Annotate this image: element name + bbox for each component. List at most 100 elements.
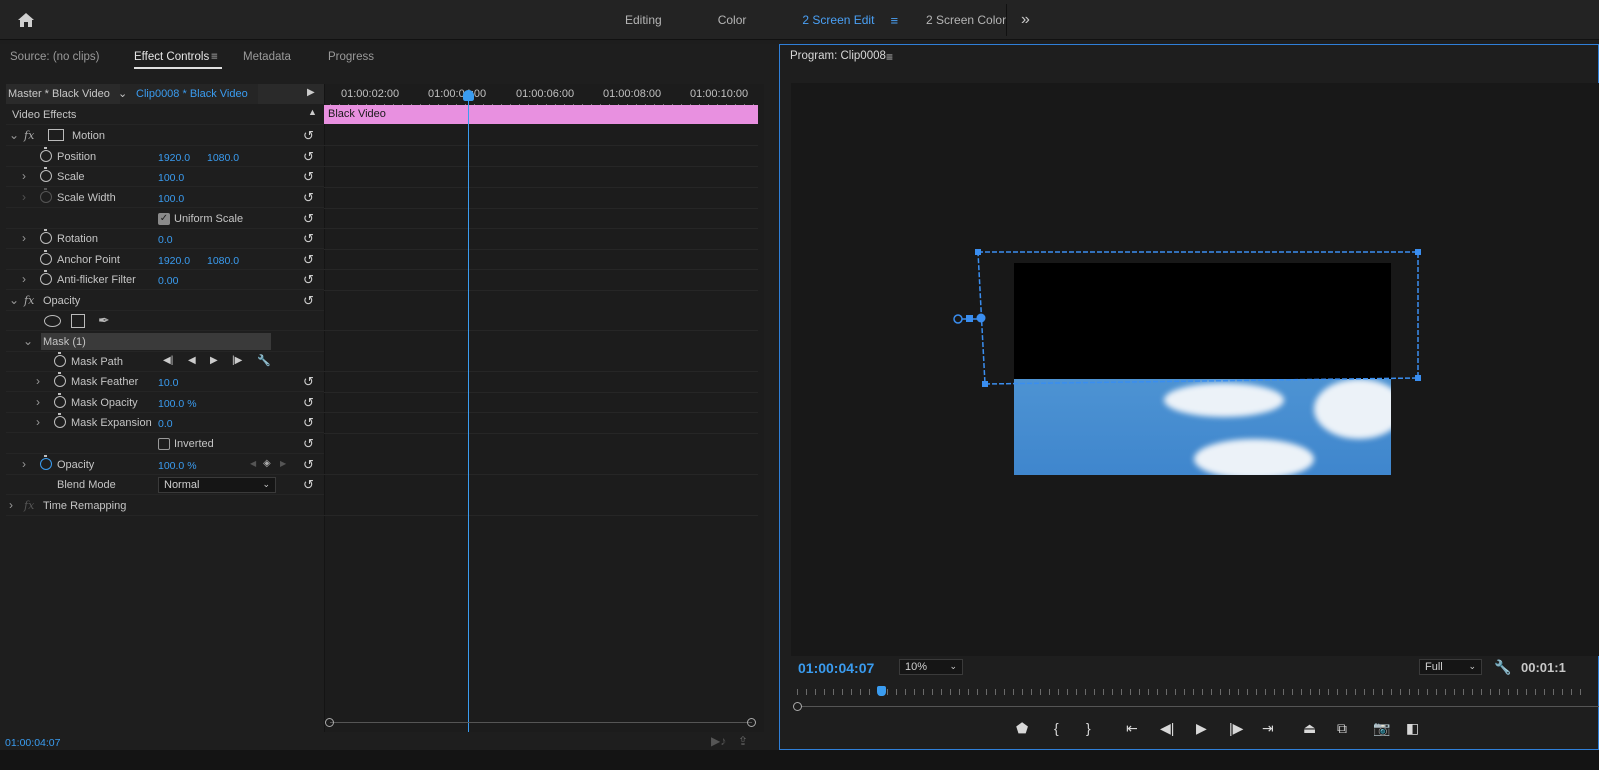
workspace-tab-2-screen-color[interactable]: 2 Screen Color: [926, 13, 1006, 27]
expand-icon[interactable]: ›: [9, 498, 13, 512]
transform-icon[interactable]: [48, 129, 64, 141]
program-title[interactable]: Program: Clip0008: [790, 50, 886, 62]
ellipse-mask-icon[interactable]: [44, 315, 61, 327]
track-forward-icon[interactable]: ▶: [210, 355, 218, 366]
stopwatch-active-icon[interactable]: [40, 455, 52, 470]
blend-mode-select[interactable]: Normal ⌄: [158, 477, 276, 493]
panel-menu-icon[interactable]: ≡: [886, 50, 893, 64]
chevron-down-icon[interactable]: ⌄: [118, 87, 127, 100]
tab-progress[interactable]: Progress: [328, 51, 374, 63]
collapse-up-icon[interactable]: ▲: [308, 107, 317, 117]
stopwatch-icon[interactable]: [40, 250, 52, 265]
playhead-handle[interactable]: [463, 90, 474, 101]
clip-bar[interactable]: [324, 105, 758, 124]
step-forward-icon[interactable]: |▶: [1229, 720, 1243, 737]
next-keyframe-icon[interactable]: ▶: [280, 459, 286, 468]
stopwatch-icon[interactable]: [54, 393, 66, 408]
tab-metadata[interactable]: Metadata: [243, 51, 291, 63]
extract-icon[interactable]: ⧉: [1337, 720, 1347, 737]
mask-expand-icon[interactable]: ⌄: [23, 334, 33, 348]
mark-out-icon[interactable]: }: [1086, 720, 1091, 736]
track-backward-icon[interactable]: ◀: [188, 355, 196, 366]
timeline-zoom-scrollbar[interactable]: [330, 722, 752, 723]
step-back-icon[interactable]: ◀|: [1160, 720, 1174, 737]
reset-icon[interactable]: ↺: [303, 374, 314, 390]
opacity-expand-icon[interactable]: ⌄: [9, 293, 19, 307]
reset-icon[interactable]: ↺: [303, 190, 314, 206]
more-workspaces-icon[interactable]: »: [1021, 11, 1030, 29]
expand-icon[interactable]: ›: [22, 272, 26, 286]
audio-filter-icon[interactable]: ▶♪: [711, 734, 726, 748]
effect-controls-timecode[interactable]: 01:00:04:07: [5, 737, 60, 749]
zoom-select[interactable]: 10% ⌄: [899, 659, 963, 675]
export-frame-camera-icon[interactable]: 📷: [1373, 720, 1390, 737]
reset-icon[interactable]: ↺: [303, 395, 314, 411]
prev-keyframe-icon[interactable]: ◀: [250, 459, 256, 468]
expand-icon[interactable]: ›: [36, 374, 40, 388]
fx-icon[interactable]: fx: [24, 294, 34, 307]
program-time-ruler[interactable]: [797, 689, 1587, 695]
mark-in-icon[interactable]: {: [1054, 720, 1059, 736]
panel-menu-icon[interactable]: ≡: [211, 51, 218, 63]
stopwatch-icon[interactable]: [40, 229, 52, 244]
expand-icon[interactable]: ›: [22, 169, 26, 183]
anchor-y-value[interactable]: 1080.0: [207, 255, 239, 267]
stopwatch-icon[interactable]: [40, 270, 52, 285]
reset-icon[interactable]: ↺: [303, 293, 314, 309]
mask-label[interactable]: Mask (1): [43, 336, 86, 348]
stopwatch-icon[interactable]: [54, 352, 66, 367]
tab-effect-controls[interactable]: Effect Controls: [134, 51, 209, 63]
reset-icon[interactable]: ↺: [303, 272, 314, 288]
play-icon[interactable]: ▶: [1196, 720, 1207, 737]
clip-label[interactable]: Clip0008 * Black Video: [136, 88, 248, 100]
comparison-view-icon[interactable]: ◧: [1406, 720, 1419, 737]
opacity-value[interactable]: 100.0 %: [158, 460, 197, 472]
workspace-tab-editing[interactable]: Editing: [625, 13, 662, 27]
track-forward-one-icon[interactable]: |▶: [232, 355, 242, 366]
scroll-handle-left[interactable]: [793, 702, 802, 711]
expand-icon[interactable]: ›: [22, 457, 26, 471]
program-current-timecode[interactable]: 01:00:04:07: [798, 660, 874, 676]
anchor-x-value[interactable]: 1920.0: [158, 255, 190, 267]
mask-expansion-value[interactable]: 0.0: [158, 418, 173, 430]
reset-icon[interactable]: ↺: [303, 477, 314, 493]
wrench-icon[interactable]: 🔧: [257, 354, 271, 367]
uniform-scale-checkbox[interactable]: ✓: [158, 213, 170, 225]
expand-icon[interactable]: ›: [36, 415, 40, 429]
position-y-value[interactable]: 1080.0: [207, 152, 239, 164]
track-selected-backward-one-icon[interactable]: ◀|: [163, 355, 173, 366]
lift-icon[interactable]: ⏏: [1303, 720, 1316, 737]
reset-icon[interactable]: ↺: [303, 436, 314, 452]
go-to-out-icon[interactable]: ⇥: [1262, 720, 1274, 737]
reset-icon[interactable]: ↺: [303, 457, 314, 473]
fx-icon[interactable]: fx: [24, 129, 34, 142]
stopwatch-icon[interactable]: [40, 147, 52, 162]
reset-icon[interactable]: ↺: [303, 128, 314, 144]
motion-expand-icon[interactable]: ⌄: [9, 128, 19, 142]
rectangle-mask-icon[interactable]: [71, 314, 85, 328]
tab-source[interactable]: Source: (no clips): [10, 51, 99, 63]
reset-icon[interactable]: ↺: [303, 169, 314, 185]
reset-icon[interactable]: ↺: [303, 211, 314, 227]
reset-icon[interactable]: ↺: [303, 231, 314, 247]
reset-icon[interactable]: ↺: [303, 415, 314, 431]
rotation-value[interactable]: 0.0: [158, 234, 173, 246]
stopwatch-icon[interactable]: [40, 167, 52, 182]
inverted-checkbox[interactable]: [158, 438, 170, 450]
scroll-handle-right[interactable]: [747, 718, 756, 727]
stopwatch-icon[interactable]: [54, 413, 66, 428]
workspace-tab-2-screen-edit[interactable]: 2 Screen Edit: [802, 13, 874, 27]
workspace-tab-color[interactable]: Color: [718, 13, 747, 27]
scroll-handle-left[interactable]: [325, 718, 334, 727]
program-playhead[interactable]: [877, 686, 886, 696]
mask-opacity-value[interactable]: 100.0 %: [158, 398, 197, 410]
reset-icon[interactable]: ↺: [303, 252, 314, 268]
position-x-value[interactable]: 1920.0: [158, 152, 190, 164]
mask-outline[interactable]: [950, 245, 1430, 395]
mask-feather-value[interactable]: 10.0: [158, 377, 178, 389]
reset-icon[interactable]: ↺: [303, 149, 314, 165]
go-to-in-icon[interactable]: ⇤: [1126, 720, 1138, 737]
expand-icon[interactable]: ›: [22, 231, 26, 245]
play-right-icon[interactable]: ▶: [307, 87, 315, 98]
settings-wrench-icon[interactable]: 🔧: [1494, 659, 1511, 676]
